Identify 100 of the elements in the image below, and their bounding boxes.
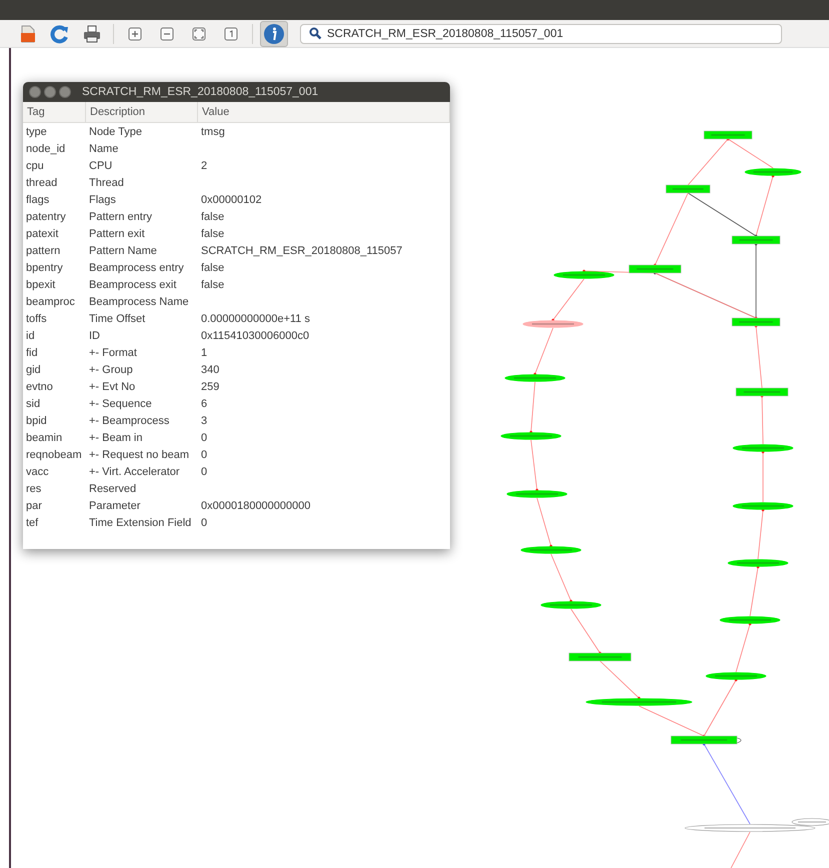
table-cell-text: evtno: [26, 380, 54, 392]
column-header[interactable]: Value: [198, 102, 450, 122]
table-cell-text: +- Sequence: [89, 398, 153, 410]
info-icon: [263, 22, 285, 44]
table-cell-text: toffs: [26, 312, 48, 324]
table-cell-text: 2: [201, 160, 208, 172]
graph-node[interactable]: [744, 168, 802, 176]
table-cell-text: 1: [201, 346, 208, 358]
graph-node[interactable]: [792, 818, 829, 826]
graph-edge: [552, 278, 584, 322]
graph-node[interactable]: [720, 616, 780, 624]
minimize-button[interactable]: [44, 86, 56, 98]
graph-edge: [754, 324, 762, 388]
table-cell-text: 0: [201, 432, 208, 444]
maximize-button[interactable]: [59, 86, 71, 98]
page-icon: [224, 26, 238, 40]
printer-icon: [82, 24, 102, 44]
table-cell-text: 3: [201, 414, 208, 426]
graph-node[interactable]: [554, 271, 614, 279]
table-cell-text: Flags: [89, 194, 117, 206]
graph-node[interactable]: [500, 432, 562, 440]
graph-edge: [534, 328, 554, 376]
table-cell-text: patentry: [26, 210, 67, 222]
graph-node[interactable]: [522, 320, 584, 328]
table-cell-text: 0: [201, 466, 208, 478]
table-cell-text: 0x00000102: [201, 194, 263, 206]
graph-node[interactable]: [732, 444, 794, 452]
table-cell-text: false: [201, 278, 226, 290]
table-cell-text: Node Type: [89, 126, 144, 138]
close-button[interactable]: [29, 86, 41, 98]
graph-node[interactable]: [506, 490, 568, 498]
table-cell-text: res: [26, 482, 42, 494]
graph-edge: [550, 554, 572, 602]
graph-node[interactable]: [736, 388, 788, 396]
table-cell-text: Pattern Name: [89, 244, 158, 256]
table-cell-text: cpu: [26, 160, 45, 172]
table-cell-text: Pattern exit: [89, 228, 146, 240]
table-cell-text: patexit: [26, 228, 60, 240]
graph-edge: [536, 498, 552, 548]
graph-node[interactable]: [706, 672, 766, 680]
graph-node[interactable]: [732, 236, 780, 244]
table-cell-text: vacc: [26, 466, 50, 478]
search-field[interactable]: SCRATCH_RM_ESR_20180808_115057_001: [300, 24, 782, 44]
graph-node[interactable]: [732, 502, 794, 510]
graph-edge: [758, 508, 764, 560]
minus-icon: [160, 26, 174, 40]
table-cell-text: 0.00000000000e+11 s: [201, 312, 311, 324]
table-cell-text: id: [26, 330, 36, 342]
table-cell-text: CPU: [89, 160, 114, 172]
table-cell-text: false: [201, 262, 226, 274]
table-cell-text: par: [26, 500, 43, 512]
plus-icon: [128, 26, 142, 40]
column-header[interactable]: Tag: [23, 102, 86, 122]
graph-edge: [530, 382, 536, 434]
table-cell-text: +- Beamprocess: [89, 414, 170, 426]
graph-edge: [530, 440, 538, 492]
graph-edge: [762, 450, 764, 502]
graph-node[interactable]: [666, 184, 710, 194]
table-cell-text: gid: [26, 364, 42, 376]
table-cell-text: Thread: [89, 176, 125, 188]
table-cell-text: Time Extension Field: [89, 516, 192, 528]
table-cell-text: +- Request no beam: [89, 448, 190, 460]
graph-node[interactable]: [628, 264, 682, 274]
graph-edge: [600, 660, 640, 700]
graph-node[interactable]: [568, 652, 632, 662]
table-cell-text: Beamprocess exit: [89, 278, 178, 290]
table-cell-text: +- Evt No: [89, 380, 136, 392]
table-cell-text: Beamprocess Name: [89, 296, 190, 308]
table-cell-text: 0x0000180000000000: [201, 500, 312, 512]
table-cell-text: tef: [26, 516, 40, 528]
graph-node[interactable]: [728, 559, 788, 567]
table-cell-text: type: [26, 126, 48, 138]
table-cell-text: beamin: [26, 432, 64, 444]
table-cell-text: node_id: [26, 142, 66, 154]
graph-node[interactable]: [704, 130, 752, 140]
table-cell-text: +- Format: [89, 346, 138, 358]
table-cell-text: Parameter: [89, 500, 142, 512]
table-cell-text: Time Offset: [89, 312, 146, 324]
table-cell-text: +- Group: [89, 364, 134, 376]
table-cell-text: beamproc: [26, 296, 76, 308]
table-cell-text: Name: [89, 142, 120, 154]
table-cell-text: bpexit: [26, 278, 56, 290]
table-cell-text: 340: [201, 364, 220, 376]
graph-node[interactable]: [586, 698, 692, 706]
graph-node[interactable]: [540, 601, 602, 609]
window-title: SCRATCH_RM_ESR_20180808_115057_001: [82, 86, 318, 98]
table-cell-text: Pattern entry: [89, 210, 153, 222]
table-cell-text: 0: [201, 516, 208, 528]
graph-edge: [750, 566, 760, 616]
reload-icon: [50, 24, 70, 44]
fit-icon: [192, 26, 206, 40]
info-button[interactable]: [260, 20, 288, 46]
table-cell-text: sid: [26, 398, 42, 410]
graph-edge: [736, 622, 752, 672]
table-cell-text: pattern: [26, 244, 62, 256]
graph-node[interactable]: [520, 546, 582, 554]
graph-node[interactable]: [670, 736, 738, 744]
column-header[interactable]: Description: [86, 102, 198, 122]
graph-node[interactable]: [504, 374, 566, 382]
graph-node[interactable]: [732, 318, 780, 326]
